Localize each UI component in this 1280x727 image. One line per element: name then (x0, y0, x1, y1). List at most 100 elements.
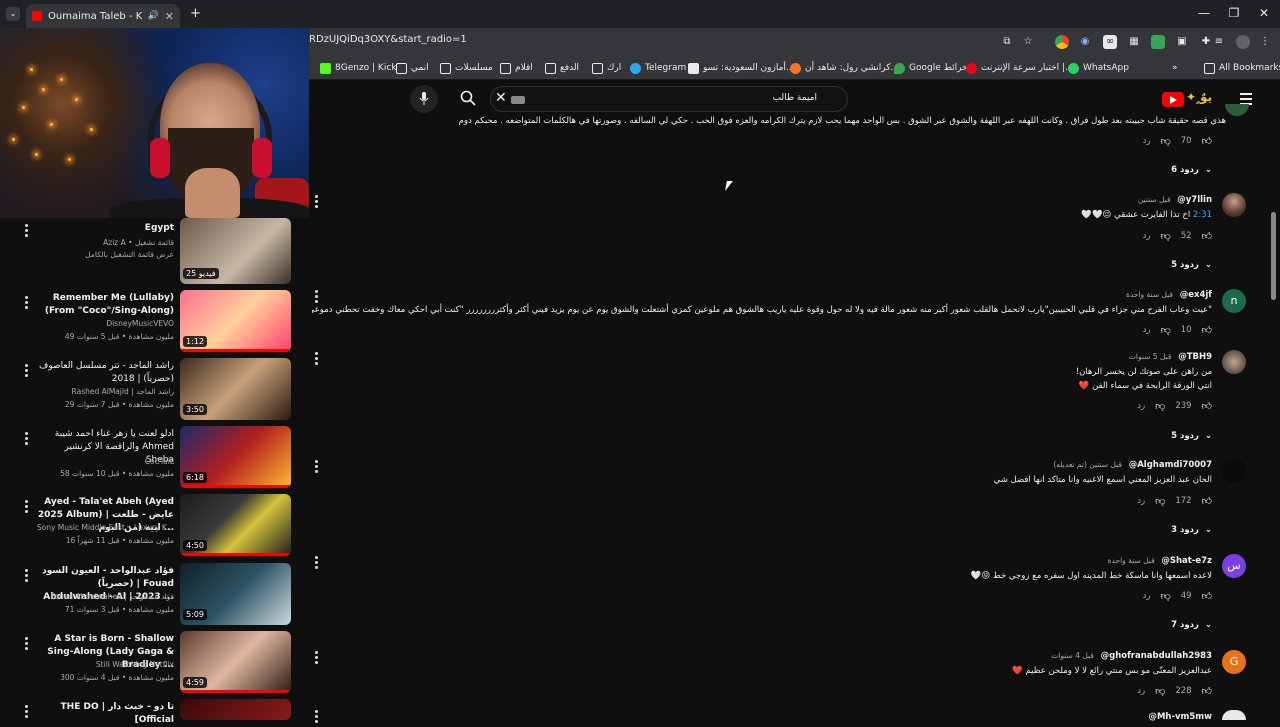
extensions-puzzle-icon[interactable]: ✚ (1199, 35, 1213, 49)
reply-button[interactable]: رد (1143, 136, 1151, 146)
video-title[interactable]: Egypt (34, 222, 174, 235)
playlist-item[interactable]: 25 فيديو Egypt Aziz A • قائمة تشغيل عرض … (0, 218, 309, 284)
dislike-icon[interactable]: 👎︎ (1161, 135, 1171, 147)
avatar[interactable] (1222, 350, 1246, 374)
video-thumbnail[interactable]: 25 فيديو (180, 218, 291, 284)
replies-toggle[interactable]: 3 ردود ⌄ (1171, 525, 1212, 535)
replies-toggle[interactable]: 6 ردود ⌄ (1171, 165, 1212, 175)
replies-toggle[interactable]: 7 ردود ⌄ (1171, 620, 1212, 630)
avatar[interactable] (1222, 710, 1246, 720)
dislike-icon[interactable]: 👎︎ (1155, 400, 1165, 412)
video-thumbnail[interactable]: 4:50 (180, 494, 291, 556)
comment-time[interactable]: قبل سنتين (1138, 195, 1171, 204)
dislike-icon[interactable]: 👎︎ (1155, 685, 1165, 697)
comment-time[interactable]: قبل 5 سنوات (1129, 352, 1172, 361)
browser-tab[interactable]: Oumaima Taleb - Kol Leila 🔊 ✕ (26, 4, 180, 28)
more-options-icon[interactable] (25, 705, 31, 720)
playlist-item[interactable]: 4:50 Ayed - Tala'et Abeh (Ayed 2025 Albu… (0, 494, 309, 560)
video-thumbnail[interactable]: 6:18 (180, 426, 291, 488)
bookmark-item[interactable]: Telegram (630, 60, 686, 76)
like-icon[interactable]: 👍︎ (1202, 495, 1212, 507)
bookmark-item[interactable]: كرانشي رول: شاهد أن... (790, 60, 899, 76)
extension-chrome-icon[interactable] (1055, 35, 1069, 49)
bookmark-item[interactable]: WhatsApp (1068, 60, 1129, 76)
channel-name[interactable]: DisneyMusicVEVO (34, 319, 174, 329)
bookmark-item[interactable]: Google خرائط (894, 60, 968, 76)
more-bookmarks-icon[interactable]: » (1172, 60, 1178, 76)
tab-search-icon[interactable]: ⌄ (6, 7, 20, 21)
avatar[interactable] (1222, 459, 1246, 483)
like-icon[interactable]: 👍︎ (1202, 400, 1212, 412)
media-list-icon[interactable]: ≡ (1212, 35, 1226, 49)
like-icon[interactable]: 👍︎ (1202, 685, 1212, 697)
extension-audio-icon[interactable]: ◉ (1078, 35, 1092, 49)
comment-time[interactable]: قبل سنة واحدة (1126, 290, 1173, 299)
playlist-item[interactable]: THE DO | تا دو - خبث دار [Official (0, 699, 309, 725)
comment-username[interactable]: @Shat-e7z (1161, 556, 1212, 566)
tab-audio-icon[interactable]: 🔊 (148, 11, 159, 21)
comment-time[interactable]: قبل سنة واحدة (1108, 556, 1155, 565)
more-options-icon[interactable] (25, 500, 31, 515)
reply-button[interactable]: رد (1143, 231, 1151, 241)
replies-toggle[interactable]: 5 ردود ⌄ (1171, 260, 1212, 270)
search-icon[interactable] (460, 90, 476, 110)
more-options-icon[interactable] (25, 432, 31, 447)
keyboard-icon[interactable] (511, 96, 525, 104)
bookmark-item[interactable]: افلام (500, 60, 533, 76)
scrollbar-thumb[interactable] (1271, 212, 1276, 300)
bookmark-item[interactable]: ارك (592, 60, 621, 76)
video-thumbnail[interactable] (180, 699, 291, 720)
bookmark-item[interactable]: الدفع (545, 60, 579, 76)
search-box[interactable]: ✕ اميمة طالب (490, 86, 848, 112)
bookmark-item[interactable]: 8Genzo | Kick (320, 60, 397, 76)
bookmark-item[interactable]: أمازون السعودية: تسو... (688, 60, 795, 76)
video-thumbnail[interactable]: 5:09 (180, 563, 291, 625)
more-options-icon[interactable] (25, 364, 31, 379)
replies-toggle[interactable]: 5 ردود ⌄ (1171, 431, 1212, 441)
install-app-icon[interactable]: ⧉ (1000, 35, 1014, 49)
dislike-icon[interactable]: 👎︎ (1155, 495, 1165, 507)
all-bookmarks[interactable]: All Bookmarks (1204, 60, 1280, 76)
clear-search-icon[interactable]: ✕ (495, 90, 507, 106)
more-options-icon[interactable] (25, 637, 31, 652)
playlist-item[interactable]: 1:12 Remember Me (Lullaby) (From "Coco"/… (0, 290, 309, 356)
reply-button[interactable]: رد (1143, 325, 1151, 335)
video-thumbnail[interactable]: 4:59 (180, 631, 291, 693)
comment-time[interactable]: قبل 4 سنوات (1051, 651, 1094, 660)
reply-button[interactable]: رد (1137, 496, 1145, 506)
timestamp-link[interactable]: 2:31 (1193, 210, 1212, 220)
comment-username[interactable]: @Mh-vm5mw (1148, 712, 1212, 722)
avatar[interactable]: n (1222, 289, 1246, 313)
video-title[interactable]: THE DO | تا دو - خبث دار [Official (34, 701, 174, 727)
dislike-icon[interactable]: 👎︎ (1161, 590, 1171, 602)
comment-time[interactable]: قبل سنتين (تم تعديله) (1053, 460, 1122, 469)
video-meta[interactable]: عرض قائمة التشغيل بالكامل (34, 250, 174, 260)
comment-menu-icon[interactable] (315, 710, 319, 725)
tab-close-icon[interactable]: ✕ (165, 10, 174, 23)
avatar[interactable]: G (1222, 650, 1246, 674)
close-window-icon[interactable]: ✕ (1254, 6, 1274, 20)
dislike-icon[interactable]: 👎︎ (1161, 230, 1171, 242)
reply-button[interactable]: رد (1143, 591, 1151, 601)
comment-username[interactable]: @ghofranabdullah2983 (1101, 651, 1212, 661)
video-title[interactable]: راشد الماجد - تتر مسلسل العاصوف (حصرياً)… (34, 360, 174, 386)
like-icon[interactable]: 👍︎ (1202, 230, 1212, 242)
profile-avatar-icon[interactable] (1236, 35, 1250, 49)
video-thumbnail[interactable]: 1:12 (180, 290, 291, 352)
bookmark-item[interactable]: اختبار سرعة الإنترنت |... (966, 60, 1074, 76)
channel-name[interactable]: Rashed AlMajid | راشد الماجد (34, 387, 174, 397)
bookmark-item[interactable]: انمي (396, 60, 429, 76)
bookmark-star-icon[interactable]: ☆ (1021, 35, 1035, 49)
channel-doodle-logo[interactable]: ✦ ٍيوٌ (1186, 90, 1212, 104)
dislike-icon[interactable]: 👎︎ (1161, 324, 1171, 336)
playlist-item[interactable]: 6:18 ادلو لعنت يا زهر غناء احمد شيبة وال… (0, 426, 309, 492)
channel-name[interactable]: Aziz A • قائمة تشغيل (34, 238, 174, 248)
new-tab-button[interactable]: + (190, 6, 201, 21)
extension-capture-icon[interactable]: ▣ (1175, 35, 1189, 49)
reply-button[interactable]: رد (1137, 401, 1145, 411)
extension-grid-icon[interactable]: ▦ (1127, 35, 1141, 49)
bookmark-item[interactable]: مسلسلات (440, 60, 493, 76)
video-title[interactable]: Remember Me (Lullaby) (From "Coco"/Sing-… (34, 292, 174, 318)
video-thumbnail[interactable]: 3:50 (180, 358, 291, 420)
avatar[interactable] (1222, 193, 1246, 217)
